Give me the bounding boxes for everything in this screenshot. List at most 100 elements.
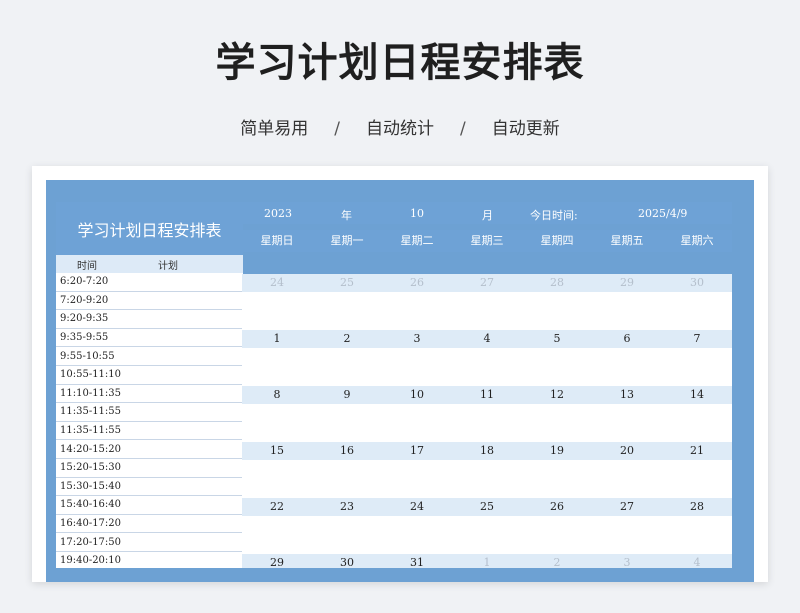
- time-row[interactable]: 17:20-17:50: [56, 533, 243, 552]
- date-cell[interactable]: 5: [522, 330, 592, 348]
- date-number-row: 1234567: [242, 330, 732, 348]
- date-cell-other-month[interactable]: 28: [522, 274, 592, 292]
- date-cell[interactable]: 6: [592, 330, 662, 348]
- calendar-week: 29 30 31 1 2 3 4: [242, 554, 732, 568]
- date-cell[interactable]: 8: [242, 386, 312, 404]
- spreadsheet-preview: 学习计划日程安排表 时间 计划 6:20-7:20 7:20-9:20 9:20-9…: [32, 166, 768, 582]
- time-slot-label: 11:10-11:35: [60, 387, 122, 399]
- date-cell[interactable]: 19: [522, 442, 592, 460]
- weekday-label: 星期一: [330, 234, 364, 247]
- column-plan-label: 计划: [158, 260, 178, 272]
- date-cell[interactable]: 10: [382, 386, 452, 404]
- year-value[interactable]: 2023: [264, 207, 292, 220]
- date-cell[interactable]: 26: [522, 498, 592, 516]
- date-cell-other-month[interactable]: 26: [382, 274, 452, 292]
- date-cell[interactable]: 3: [382, 330, 452, 348]
- time-row[interactable]: 7:20-9:20: [56, 292, 243, 311]
- plan-entry-area[interactable]: [242, 348, 732, 386]
- time-row[interactable]: 16:40-17:20: [56, 515, 243, 534]
- calendar-week: 22 23 24 25 26 27 28: [242, 498, 732, 554]
- date-cell[interactable]: 22: [242, 498, 312, 516]
- page-title: 学习计划日程安排表: [215, 40, 585, 86]
- date-cell[interactable]: 18: [452, 442, 522, 460]
- date-cell[interactable]: 17: [382, 442, 452, 460]
- time-row[interactable]: 15:30-15:40: [56, 478, 243, 497]
- subtitle-separator: /: [460, 119, 466, 139]
- date-cell[interactable]: 20: [592, 442, 662, 460]
- time-row[interactable]: 11:35-11:55: [56, 422, 243, 441]
- date-cell-other-month[interactable]: 24: [242, 274, 312, 292]
- calendar: 2023 年 10 月 今日时间: 2025/4/9 星期日 星期一 星期二 星期三星…: [242, 202, 732, 568]
- weekday-label: 星期二: [400, 234, 434, 247]
- subtitle-item-auto-update: 自动更新: [491, 119, 560, 139]
- date-cell[interactable]: 12: [522, 386, 592, 404]
- date-cell-other-month[interactable]: 3: [592, 554, 662, 568]
- time-slot-label: 14:20-15:20: [60, 443, 122, 455]
- time-row[interactable]: 15:40-16:40: [56, 496, 243, 515]
- date-cell-other-month[interactable]: 25: [312, 274, 382, 292]
- subtitle-item-easy: 简单易用: [240, 119, 309, 139]
- date-cell[interactable]: 27: [592, 498, 662, 516]
- time-row[interactable]: 14:20-15:20: [56, 440, 243, 459]
- today-label: 今日时间:: [530, 209, 578, 222]
- date-cell[interactable]: 11: [452, 386, 522, 404]
- date-number-row: 22 23 24 25 26 27 28: [242, 498, 732, 516]
- weekday-label: 星期日: [260, 234, 294, 247]
- plan-entry-area[interactable]: [242, 460, 732, 498]
- date-cell[interactable]: 25: [452, 498, 522, 516]
- date-cell[interactable]: 23: [312, 498, 382, 516]
- weekday-label: 星期四: [540, 234, 574, 247]
- time-row[interactable]: 15:20-15:30: [56, 459, 243, 478]
- time-slot-label: 11:35-11:55: [60, 425, 122, 437]
- time-slot-label: 9:55-10:55: [60, 350, 115, 362]
- date-cell[interactable]: 24: [382, 498, 452, 516]
- time-slot-label: 19:40-20:10: [60, 555, 122, 567]
- date-cell[interactable]: 31: [382, 554, 452, 568]
- date-cell[interactable]: 21: [662, 442, 732, 460]
- date-cell[interactable]: 9: [312, 386, 382, 404]
- subtitle: 简单易用 / 自动统计 / 自动更新: [0, 114, 800, 139]
- month-value[interactable]: 10: [410, 207, 424, 220]
- date-cell[interactable]: 16: [312, 442, 382, 460]
- time-row[interactable]: 9:20-9:35: [56, 310, 243, 329]
- date-cell-other-month[interactable]: 29: [592, 274, 662, 292]
- weekday-header: 星期日 星期一 星期二 星期三 星期四 星期五 星期六: [242, 230, 732, 252]
- date-cell[interactable]: 14: [662, 386, 732, 404]
- plan-entry-area[interactable]: [242, 292, 732, 330]
- date-number-row: 24 25 26 27 28 29 30: [242, 274, 732, 292]
- date-cell[interactable]: 28: [662, 498, 732, 516]
- time-row[interactable]: 9:55-10:55: [56, 347, 243, 366]
- panel-title: 学习计划日程安排表: [56, 202, 243, 255]
- time-row[interactable]: 19:40-20:10: [56, 552, 243, 568]
- date-cell[interactable]: 29: [242, 554, 312, 568]
- date-cell[interactable]: 2: [312, 330, 382, 348]
- date-cell-other-month[interactable]: 27: [452, 274, 522, 292]
- plan-entry-area[interactable]: [242, 516, 732, 554]
- date-cell[interactable]: 1: [242, 330, 312, 348]
- date-cell[interactable]: 15: [242, 442, 312, 460]
- date-number-row: 29 30 31 1 2 3 4: [242, 554, 732, 568]
- time-slot-label: 7:20-9:20: [60, 294, 109, 306]
- date-cell[interactable]: 7: [662, 330, 732, 348]
- time-row[interactable]: 11:10-11:35: [56, 385, 243, 404]
- plan-entry-area[interactable]: [242, 404, 732, 442]
- column-time-label: 时间: [77, 260, 97, 272]
- time-slot-label: 16:40-17:20: [60, 518, 122, 530]
- time-slot-label: 15:40-16:40: [60, 499, 122, 511]
- calendar-header: 2023 年 10 月 今日时间: 2025/4/9: [242, 202, 732, 224]
- date-cell-other-month[interactable]: 4: [662, 554, 732, 568]
- time-row[interactable]: 9:35-9:55: [56, 329, 243, 348]
- time-row[interactable]: 10:55-11:10: [56, 366, 243, 385]
- date-number-row: 15 16 17 18 19 20 21: [242, 442, 732, 460]
- time-row[interactable]: 6:20-7:20: [56, 273, 243, 292]
- date-number-row: 8 9 10 11 12 13 14: [242, 386, 732, 404]
- date-cell[interactable]: 13: [592, 386, 662, 404]
- date-cell-other-month[interactable]: 30: [662, 274, 732, 292]
- date-cell-other-month[interactable]: 1: [452, 554, 522, 568]
- date-cell-other-month[interactable]: 2: [522, 554, 592, 568]
- date-cell[interactable]: 30: [312, 554, 382, 568]
- year-label: 年: [341, 209, 352, 222]
- date-cell[interactable]: 4: [452, 330, 522, 348]
- time-plan-panel: 学习计划日程安排表 时间 计划 6:20-7:20 7:20-9:20 9:20-9…: [56, 202, 243, 568]
- time-row[interactable]: 11:35-11:55: [56, 403, 243, 422]
